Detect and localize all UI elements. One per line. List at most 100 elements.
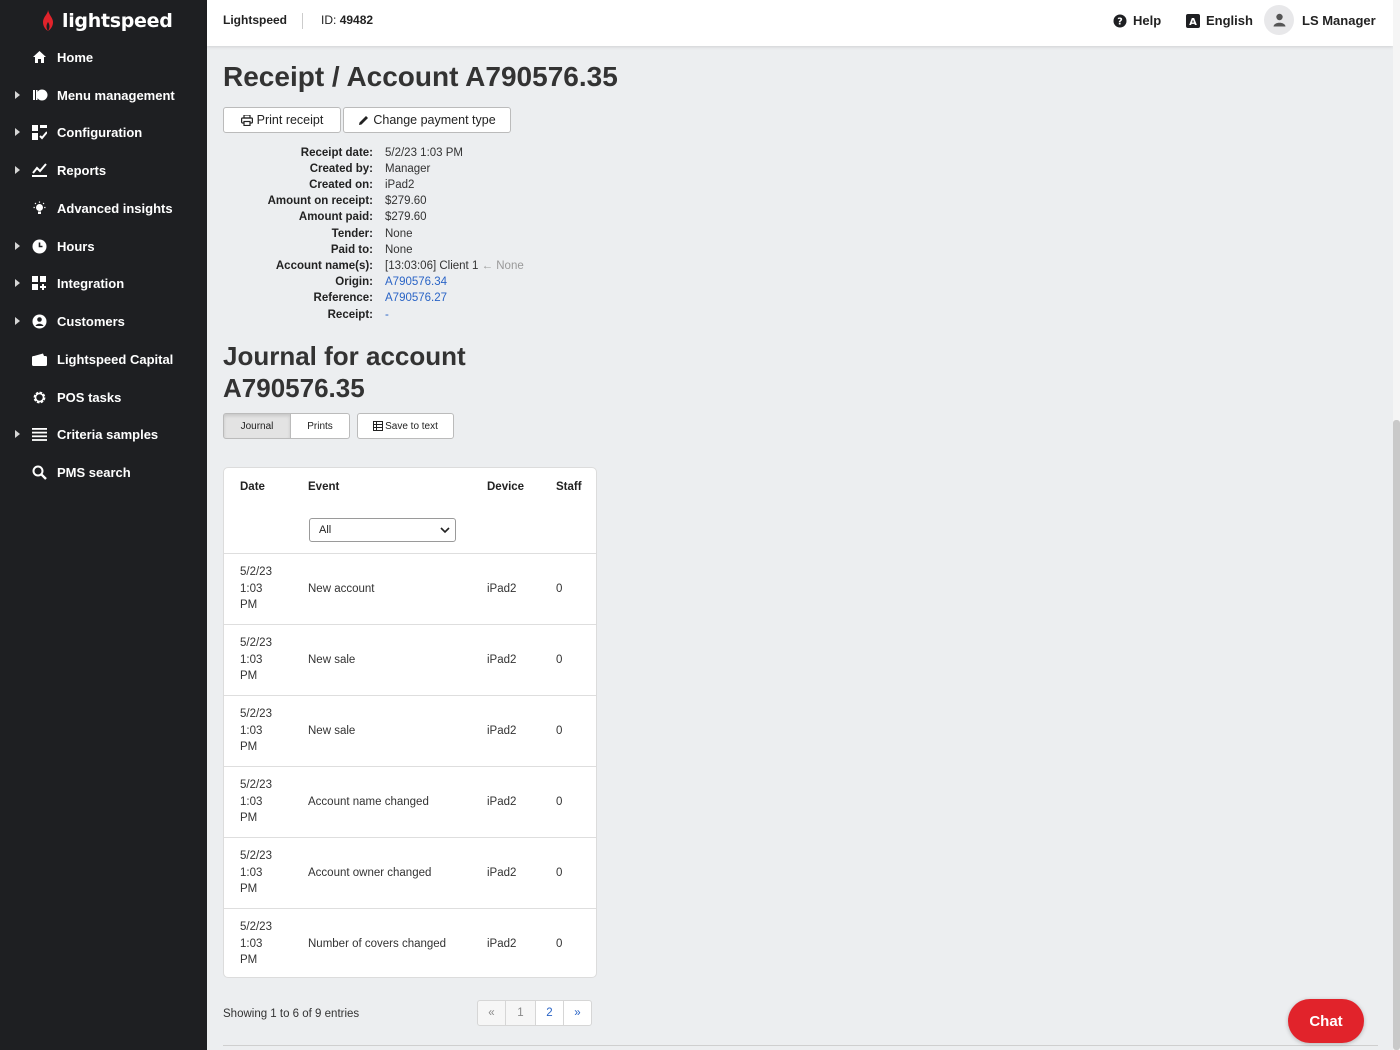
table-row: 5/2/23 1:03 PM New account iPad2 0 [224, 553, 596, 624]
row-event: Number of covers changed [308, 938, 447, 950]
detail-label: Created on: [309, 179, 373, 191]
account-id: ID: 49482 [321, 13, 374, 27]
table-row: 5/2/23 1:03 PM New sale iPad2 0 [224, 624, 596, 695]
row-device: iPad2 [487, 583, 517, 595]
caret-right-icon [15, 242, 20, 250]
column-header-date[interactable]: Date [240, 481, 265, 493]
sidebar-item-advanced-insights[interactable]: Advanced insights [0, 191, 207, 225]
sidebar-item-label: Home [57, 49, 94, 65]
list-icon [31, 426, 48, 443]
column-header-staff[interactable]: Staff [556, 481, 582, 493]
sidebar-item-label: Integration [57, 275, 125, 291]
detail-label: Receipt: [327, 309, 373, 321]
change-payment-type-label: Change payment type [373, 113, 496, 127]
detail-value: $279.60 [385, 211, 427, 223]
column-header-device[interactable]: Device [487, 481, 524, 493]
sidebar-item-criteria-samples[interactable]: Criteria samples [0, 417, 207, 451]
question-icon: ? [1113, 14, 1127, 27]
language-selector[interactable]: A English [1186, 13, 1253, 28]
save-to-text-button[interactable]: Save to text [357, 413, 454, 439]
caret-right-icon [15, 430, 20, 438]
pagination-previous[interactable]: « [477, 1000, 506, 1026]
row-date: 5/2/23 1:03 PM [240, 637, 272, 682]
sidebar-item-reports[interactable]: Reports [0, 153, 207, 187]
gear-icon [31, 389, 48, 406]
chat-button[interactable]: Chat [1288, 999, 1364, 1043]
sidebar-item-configuration[interactable]: Configuration [0, 115, 207, 149]
search-icon [31, 464, 48, 481]
detail-value: $279.60 [385, 195, 427, 207]
sidebar-item-pms-search[interactable]: PMS search [0, 455, 207, 489]
reports-chart-icon [31, 162, 48, 179]
sidebar-item-hours[interactable]: Hours [0, 229, 207, 263]
printer-icon [240, 114, 253, 126]
top-bar: Lightspeed ID: 49482 ? Help A English LS… [207, 0, 1393, 46]
caret-right-icon [15, 166, 20, 174]
row-staff: 0 [556, 938, 563, 950]
sidebar-item-integration[interactable]: Integration [0, 266, 207, 300]
sidebar-item-menu-management[interactable]: Menu management [0, 78, 207, 112]
receipt-link[interactable]: - [385, 309, 389, 321]
menu-management-icon [31, 87, 48, 104]
sidebar-item-label: Lightspeed Capital [57, 351, 174, 367]
sidebar-item-label: Configuration [57, 124, 143, 140]
detail-value: iPad2 [385, 179, 415, 191]
pagination-next[interactable]: » [563, 1000, 592, 1026]
row-device: iPad2 [487, 725, 517, 737]
lightbulb-icon [31, 200, 48, 217]
sidebar-item-label: Menu management [57, 87, 175, 103]
detail-label: Paid to: [330, 244, 373, 256]
tab-journal[interactable]: Journal [223, 413, 291, 439]
column-header-event[interactable]: Event [308, 481, 339, 493]
origin-link[interactable]: A790576.34 [385, 276, 447, 288]
user-icon [1273, 13, 1285, 27]
tab-prints[interactable]: Prints [291, 413, 350, 439]
sidebar-item-label: Advanced insights [57, 200, 173, 216]
sidebar-item-customers[interactable]: Customers [0, 304, 207, 338]
help-button[interactable]: ? Help [1113, 13, 1161, 28]
divider [223, 1045, 1378, 1046]
detail-label: Origin: [335, 276, 373, 288]
table-row: 5/2/23 1:03 PM Number of covers changed iP… [224, 908, 596, 979]
user-menu[interactable]: LS Manager [1264, 5, 1376, 35]
caret-right-icon [15, 317, 20, 325]
sidebar-item-lightspeed-capital[interactable]: Lightspeed Capital [0, 342, 207, 376]
pagination-page-1[interactable]: 1 [505, 1000, 536, 1026]
row-event: Account name changed [308, 796, 429, 808]
detail-label: Reference: [313, 292, 373, 304]
pagination: « 1 2 » [477, 1000, 592, 1026]
row-event: New account [308, 583, 375, 595]
row-date: 5/2/23 1:03 PM [240, 850, 272, 895]
clock-icon [31, 238, 48, 255]
row-date: 5/2/23 1:03 PM [240, 921, 272, 966]
row-event: New sale [308, 654, 356, 666]
detail-label: Tender: [331, 228, 373, 240]
row-staff: 0 [556, 725, 563, 737]
detail-value: None [385, 244, 413, 256]
event-filter-select[interactable]: All [309, 518, 456, 542]
detail-label: Receipt date: [300, 147, 373, 159]
caret-right-icon [15, 279, 20, 287]
print-receipt-button[interactable]: Print receipt [223, 107, 341, 133]
table-row: 5/2/23 1:03 PM Account name changed iPad2 … [224, 766, 596, 837]
event-filter-value: All [319, 524, 332, 536]
detail-value: [13:03:06] Client 1 ← None [385, 260, 524, 272]
page-scrollbar[interactable] [1393, 0, 1400, 1050]
lightspeed-logo[interactable]: lightspeed [40, 8, 173, 34]
pagination-page-2[interactable]: 2 [535, 1000, 564, 1026]
row-event: Account owner changed [308, 867, 432, 879]
sidebar-item-home[interactable]: Home [0, 40, 207, 74]
avatar [1264, 5, 1294, 35]
change-payment-type-button[interactable]: Change payment type [343, 107, 511, 133]
row-device: iPad2 [487, 867, 517, 879]
sidebar-item-label: Criteria samples [57, 426, 159, 442]
venue-brand: Lightspeed [223, 13, 288, 27]
scrollbar-thumb[interactable] [1393, 420, 1400, 1050]
svg-text:?: ? [1117, 16, 1123, 27]
row-event: New sale [308, 725, 356, 737]
logo-text: lightspeed [62, 10, 173, 32]
sidebar-item-pos-tasks[interactable]: POS tasks [0, 380, 207, 414]
reference-link[interactable]: A790576.27 [385, 292, 447, 304]
integration-grid-icon [31, 275, 48, 292]
journal-view-tabs: Journal Prints [223, 413, 350, 439]
